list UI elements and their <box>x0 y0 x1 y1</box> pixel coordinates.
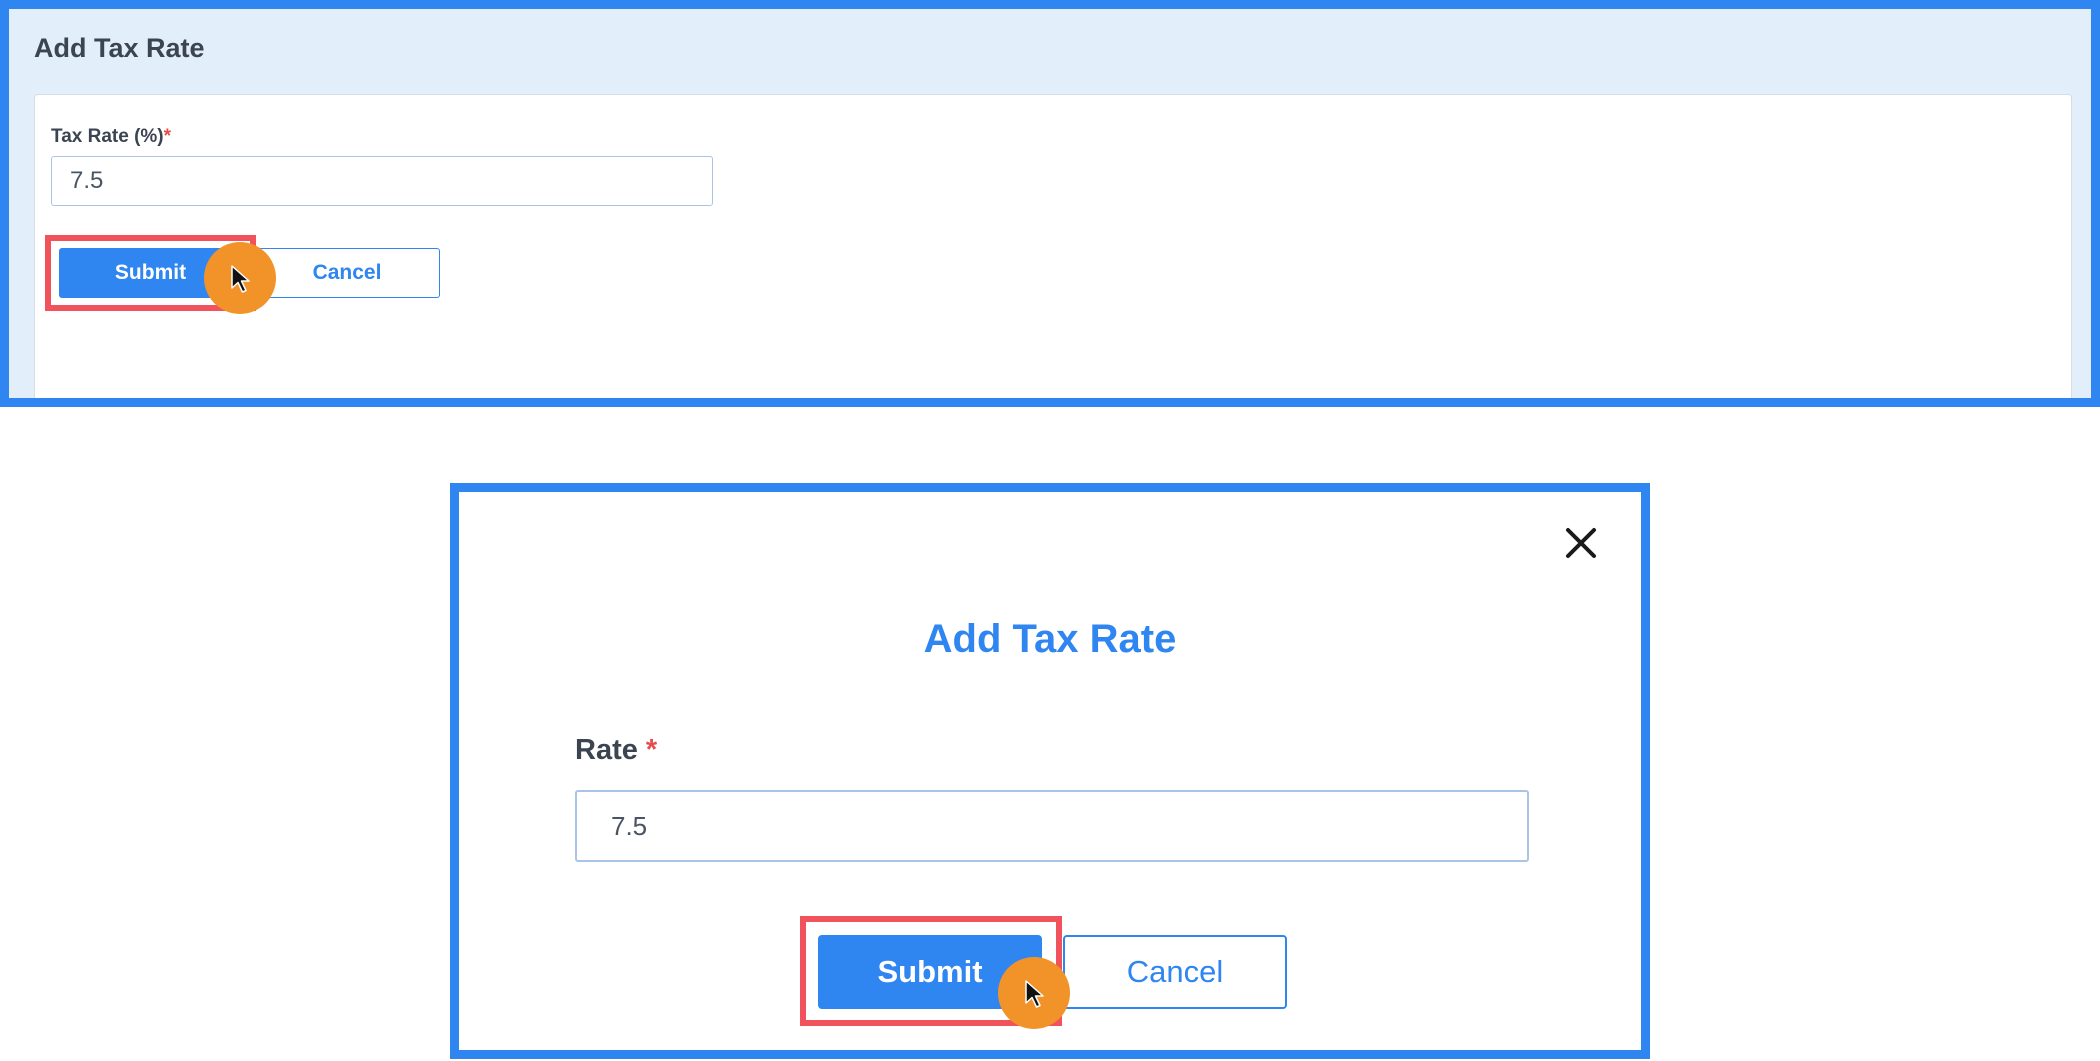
modal-title: Add Tax Rate <box>923 617 1177 661</box>
mouse-pointer-icon <box>1025 980 1044 1008</box>
mouse-pointer-icon <box>231 265 250 293</box>
cancel-button[interactable]: Cancel <box>254 248 440 298</box>
close-icon[interactable] <box>1562 524 1600 562</box>
tax-rate-input[interactable] <box>51 156 713 206</box>
click-indicator <box>998 957 1070 1029</box>
rate-field-label: Rate * <box>575 734 657 767</box>
modal-cancel-button[interactable]: Cancel <box>1063 935 1287 1009</box>
rate-input[interactable] <box>575 790 1529 862</box>
required-star: * <box>163 126 172 147</box>
tax-rate-field-label: Tax Rate (%)* <box>51 126 171 148</box>
top-form-title: Add Tax Rate <box>34 33 205 63</box>
rate-label-text: Rate <box>575 734 638 766</box>
required-star: * <box>645 734 658 766</box>
click-indicator <box>204 242 276 314</box>
tax-rate-label-text: Tax Rate (%) <box>51 126 164 147</box>
